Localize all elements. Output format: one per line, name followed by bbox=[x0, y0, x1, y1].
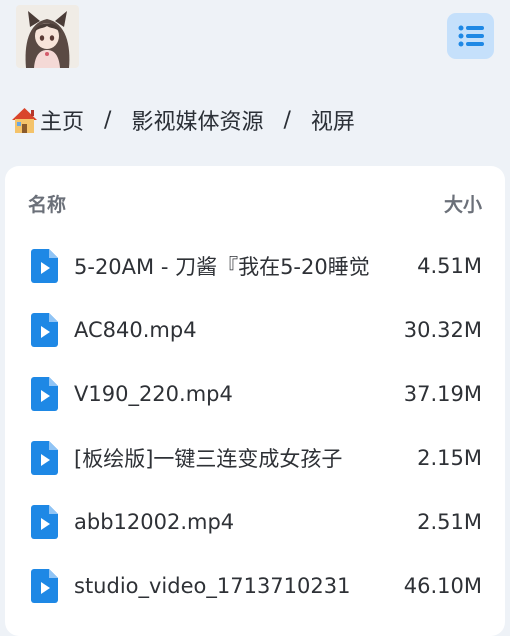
breadcrumb-home-label: 主页 bbox=[40, 110, 85, 135]
column-header-name[interactable]: 名称 bbox=[28, 190, 66, 217]
avatar-image bbox=[16, 5, 79, 68]
file-list: 名称 大小 5-20AM - 刀酱『我在5-20睡觉 4.51M AC840.m… bbox=[5, 166, 505, 636]
file-size: 37.19M bbox=[403, 382, 482, 406]
video-file-icon bbox=[31, 313, 58, 347]
file-name: AC840.mp4 bbox=[74, 318, 197, 342]
file-size: 2.51M bbox=[417, 510, 482, 534]
breadcrumb-separator: / bbox=[104, 107, 112, 133]
breadcrumb: 主页 / 影视媒体资源 / 视屏 bbox=[10, 103, 355, 137]
file-row[interactable]: [板绘版]一键三连变成女孩子 2.15M bbox=[5, 426, 505, 490]
menu-button[interactable] bbox=[447, 13, 494, 59]
file-name: 5-20AM - 刀酱『我在5-20睡觉 bbox=[74, 255, 370, 279]
file-row[interactable]: abb12002.mp4 2.51M bbox=[5, 490, 505, 554]
video-file-icon bbox=[31, 505, 58, 539]
house-icon bbox=[12, 108, 37, 133]
file-row[interactable]: 5-20AM - 刀酱『我在5-20睡觉 4.51M bbox=[5, 234, 505, 298]
video-file-icon bbox=[31, 569, 58, 603]
breadcrumb-separator: / bbox=[283, 107, 291, 133]
file-name: V190_220.mp4 bbox=[74, 382, 233, 406]
video-file-icon bbox=[31, 249, 58, 283]
avatar[interactable] bbox=[16, 5, 79, 68]
video-file-icon bbox=[31, 441, 58, 475]
file-row[interactable]: AC840.mp4 30.32M bbox=[5, 298, 505, 362]
file-name: studio_video_1713710231 bbox=[74, 574, 351, 598]
breadcrumb-home[interactable]: 主页 bbox=[10, 104, 84, 136]
column-header-size[interactable]: 大小 bbox=[444, 190, 482, 217]
list-icon bbox=[458, 25, 484, 47]
file-row[interactable]: V190_220.mp4 37.19M bbox=[5, 362, 505, 426]
file-size: 46.10M bbox=[403, 574, 482, 598]
breadcrumb-videos[interactable]: 视屏 bbox=[311, 104, 355, 136]
file-size: 4.51M bbox=[417, 254, 482, 278]
breadcrumb-media-resources[interactable]: 影视媒体资源 bbox=[131, 104, 263, 136]
file-name: [板绘版]一键三连变成女孩子 bbox=[74, 447, 343, 471]
video-file-icon bbox=[31, 377, 58, 411]
table-header: 名称 大小 bbox=[5, 190, 505, 216]
file-row[interactable]: studio_video_1713710231 46.10M bbox=[5, 554, 505, 618]
file-name: abb12002.mp4 bbox=[74, 510, 235, 534]
file-size: 2.15M bbox=[417, 446, 482, 470]
file-size: 30.32M bbox=[403, 318, 482, 342]
